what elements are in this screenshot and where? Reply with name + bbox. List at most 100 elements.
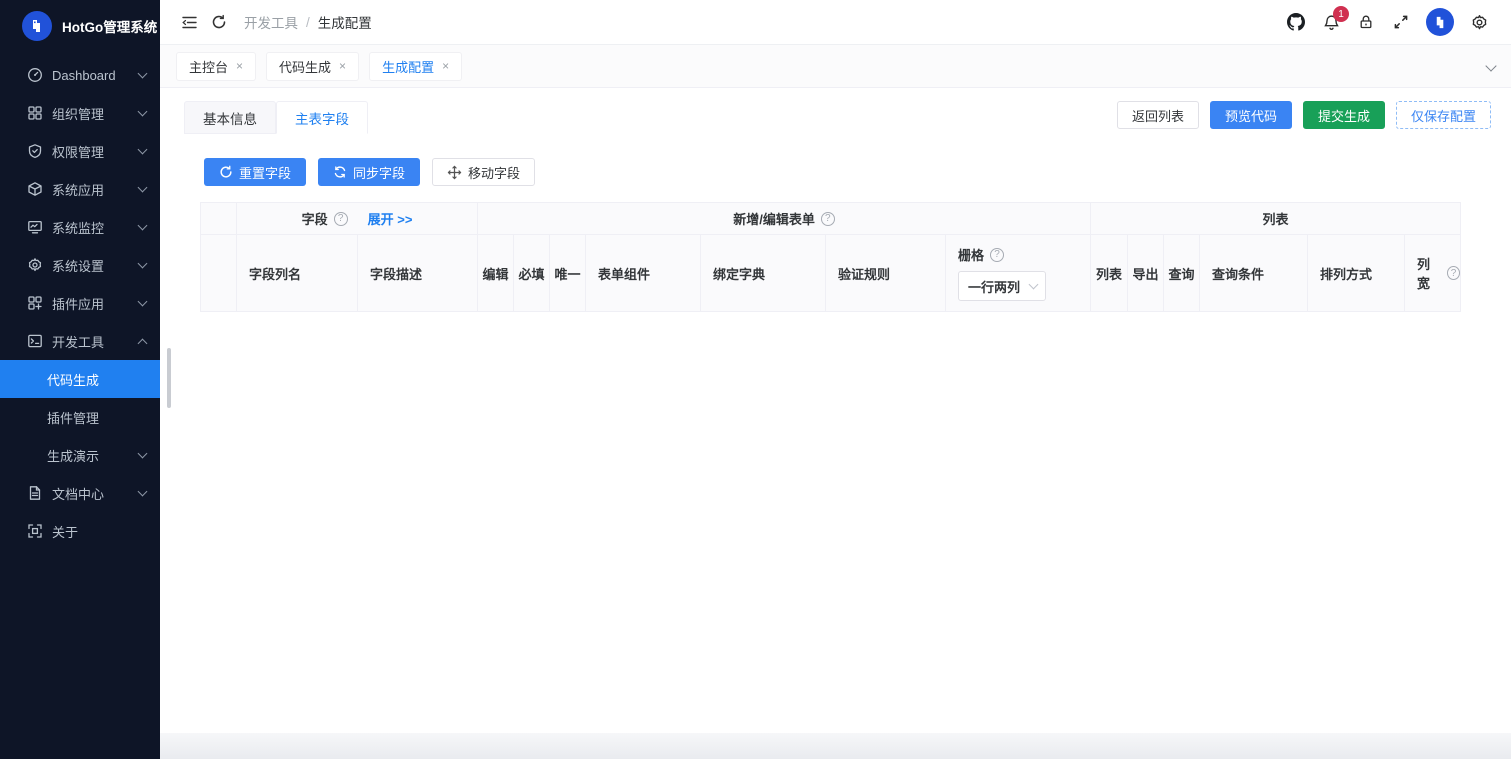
gear-icon: [26, 257, 43, 274]
topbar-actions: 1: [1282, 6, 1493, 36]
field-help-icon[interactable]: ?: [333, 211, 348, 226]
reset-fields-button[interactable]: 重置字段: [204, 158, 307, 186]
sidebar-item-perm-manage[interactable]: 权限管理: [0, 132, 160, 170]
col-cond: 查询条件: [1199, 234, 1309, 312]
page-tab-code-generate[interactable]: 代码生成 ×: [266, 51, 360, 81]
sidebar-item-generate-demo[interactable]: 生成演示: [0, 436, 160, 474]
grid-help-icon[interactable]: ?: [990, 247, 1005, 262]
col-dict: 绑定字典: [700, 234, 826, 312]
fullscreen-icon[interactable]: [1387, 8, 1415, 36]
sidebar-item-sys-app[interactable]: 系统应用: [0, 170, 160, 208]
sidebar-item-label: 插件管理: [47, 410, 100, 426]
notification-bell-icon[interactable]: 1: [1317, 6, 1349, 36]
move-icon: [447, 165, 462, 180]
tab-main-fields[interactable]: 主表字段: [276, 101, 368, 134]
cube-icon: [26, 181, 43, 198]
user-avatar[interactable]: [1426, 8, 1454, 36]
dashboard-icon: [26, 67, 43, 84]
sidebar-item-label: 组织管理: [52, 106, 105, 122]
sidebar-item-label: 生成演示: [47, 448, 100, 464]
github-icon[interactable]: [1282, 8, 1310, 36]
col-list: 列表: [1090, 234, 1129, 312]
width-help-icon[interactable]: ?: [1447, 266, 1461, 280]
move-fields-button[interactable]: 移动字段: [432, 158, 536, 186]
logo[interactable]: HotGo管理系统: [0, 0, 160, 52]
card-tabs-row: 基本信息 主表字段 返回列表 预览代码 提交生成 仅保存配置: [184, 101, 1495, 134]
page-tab-generate-config[interactable]: 生成配置 ×: [369, 51, 463, 81]
col-width: 列宽: [1417, 257, 1431, 291]
form-help-icon[interactable]: ?: [820, 211, 835, 226]
table-column-header: 字段列名 字段描述 编辑 必填 唯一 表单组件 绑定字典 验证规则 栅格 ? 一…: [200, 234, 1462, 312]
chevron-down-icon: [137, 220, 148, 231]
col-grid: 栅格: [958, 248, 985, 263]
app-logo-icon: [22, 11, 52, 41]
chevron-up-icon: [137, 338, 148, 348]
group-form-label: 新增/编辑表单: [733, 212, 815, 227]
tab-basic-info[interactable]: 基本信息: [184, 101, 276, 134]
page-tab-console[interactable]: 主控台 ×: [176, 51, 257, 81]
settings-gear-icon[interactable]: [1465, 8, 1493, 36]
sidebar-item-about[interactable]: 关于: [0, 512, 160, 550]
notification-badge: 1: [1333, 6, 1349, 22]
sidebar-item-code-generate[interactable]: 代码生成: [0, 360, 160, 398]
close-tab-icon[interactable]: ×: [442, 60, 449, 72]
refresh-page-icon[interactable]: [204, 7, 234, 37]
lock-screen-icon[interactable]: [1352, 8, 1380, 36]
sidebar-item-plugin-app[interactable]: 插件应用: [0, 284, 160, 322]
col-query: 查询: [1163, 234, 1201, 312]
submit-generate-button[interactable]: 提交生成: [1302, 101, 1385, 129]
col-align: 排列方式: [1307, 234, 1406, 312]
grid-layout-select[interactable]: 一行两列: [958, 271, 1046, 301]
breadcrumb-parent[interactable]: 开发工具: [244, 12, 298, 32]
chevron-down-icon: [137, 68, 148, 79]
sidebar: HotGo管理系统 Dashboard 组织管理权限管理系统应用系统监控系统设置插…: [0, 0, 160, 759]
sidebar-item-label: 开发工具: [52, 334, 105, 350]
sync-icon: [333, 165, 347, 179]
sidebar-item-label: 插件应用: [52, 296, 105, 312]
fields-table: 字段 ? 展开 >> 新增/编辑表单 ? 列表 字段列名 字段描述 编辑 必填 …: [200, 202, 1462, 312]
about-icon: [26, 523, 43, 540]
org-icon: [26, 105, 43, 122]
chevron-down-icon: [137, 144, 148, 155]
preview-code-button[interactable]: 预览代码: [1209, 101, 1292, 129]
sidebar-item-org-manage[interactable]: 组织管理: [0, 94, 160, 132]
col-desc: 字段描述: [357, 234, 478, 312]
group-list-label: 列表: [1262, 212, 1289, 227]
expand-link[interactable]: 展开 >>: [368, 209, 413, 228]
reset-icon: [219, 165, 233, 179]
page-tabs: 主控台 × 代码生成 × 生成配置 ×: [160, 45, 1511, 88]
sidebar-item-label: 系统设置: [52, 258, 105, 274]
sync-fields-button[interactable]: 同步字段: [318, 158, 421, 186]
chevron-down-icon: [137, 486, 148, 497]
sidebar-item-label: Dashboard: [52, 67, 116, 83]
chevron-down-icon: [137, 106, 148, 117]
sidebar-item-doc-center[interactable]: 文档中心: [0, 474, 160, 512]
chevron-down-icon: [137, 296, 148, 307]
col-component: 表单组件: [585, 234, 701, 312]
close-tab-icon[interactable]: ×: [339, 60, 346, 72]
sidebar-item-dev-tools[interactable]: 开发工具: [0, 322, 160, 360]
field-toolbar: 重置字段 同步字段 移动字段: [204, 158, 1495, 186]
col-rule: 验证规则: [825, 234, 946, 312]
col-required: 必填: [513, 234, 550, 312]
chevron-down-icon: [137, 182, 148, 193]
sidebar-item-label: 权限管理: [52, 144, 105, 160]
page-tab-label: 代码生成: [279, 59, 332, 75]
page-bottom-strip: [160, 733, 1511, 759]
sidebar-item-label: 文档中心: [52, 486, 105, 502]
sidebar-item-plugin-manage[interactable]: 插件管理: [0, 398, 160, 436]
terminal-icon: [26, 333, 43, 350]
close-tab-icon[interactable]: ×: [236, 60, 243, 72]
sidebar-item-label: 关于: [52, 524, 79, 540]
tabs-dropdown-chevron-icon[interactable]: [1485, 60, 1497, 72]
sidebar-item-label: 系统监控: [52, 220, 105, 236]
sidebar-item-sys-setting[interactable]: 系统设置: [0, 246, 160, 284]
page-actions: 返回列表 预览代码 提交生成 仅保存配置: [1116, 101, 1491, 129]
vertical-scrollbar[interactable]: [167, 348, 171, 408]
sidebar-item-sys-monitor[interactable]: 系统监控: [0, 208, 160, 246]
monitor-icon: [26, 219, 43, 236]
sidebar-item-dashboard[interactable]: Dashboard: [0, 56, 160, 94]
save-config-only-button[interactable]: 仅保存配置: [1395, 101, 1491, 129]
back-to-list-button[interactable]: 返回列表: [1116, 101, 1199, 129]
collapse-sidebar-icon[interactable]: [174, 7, 204, 37]
